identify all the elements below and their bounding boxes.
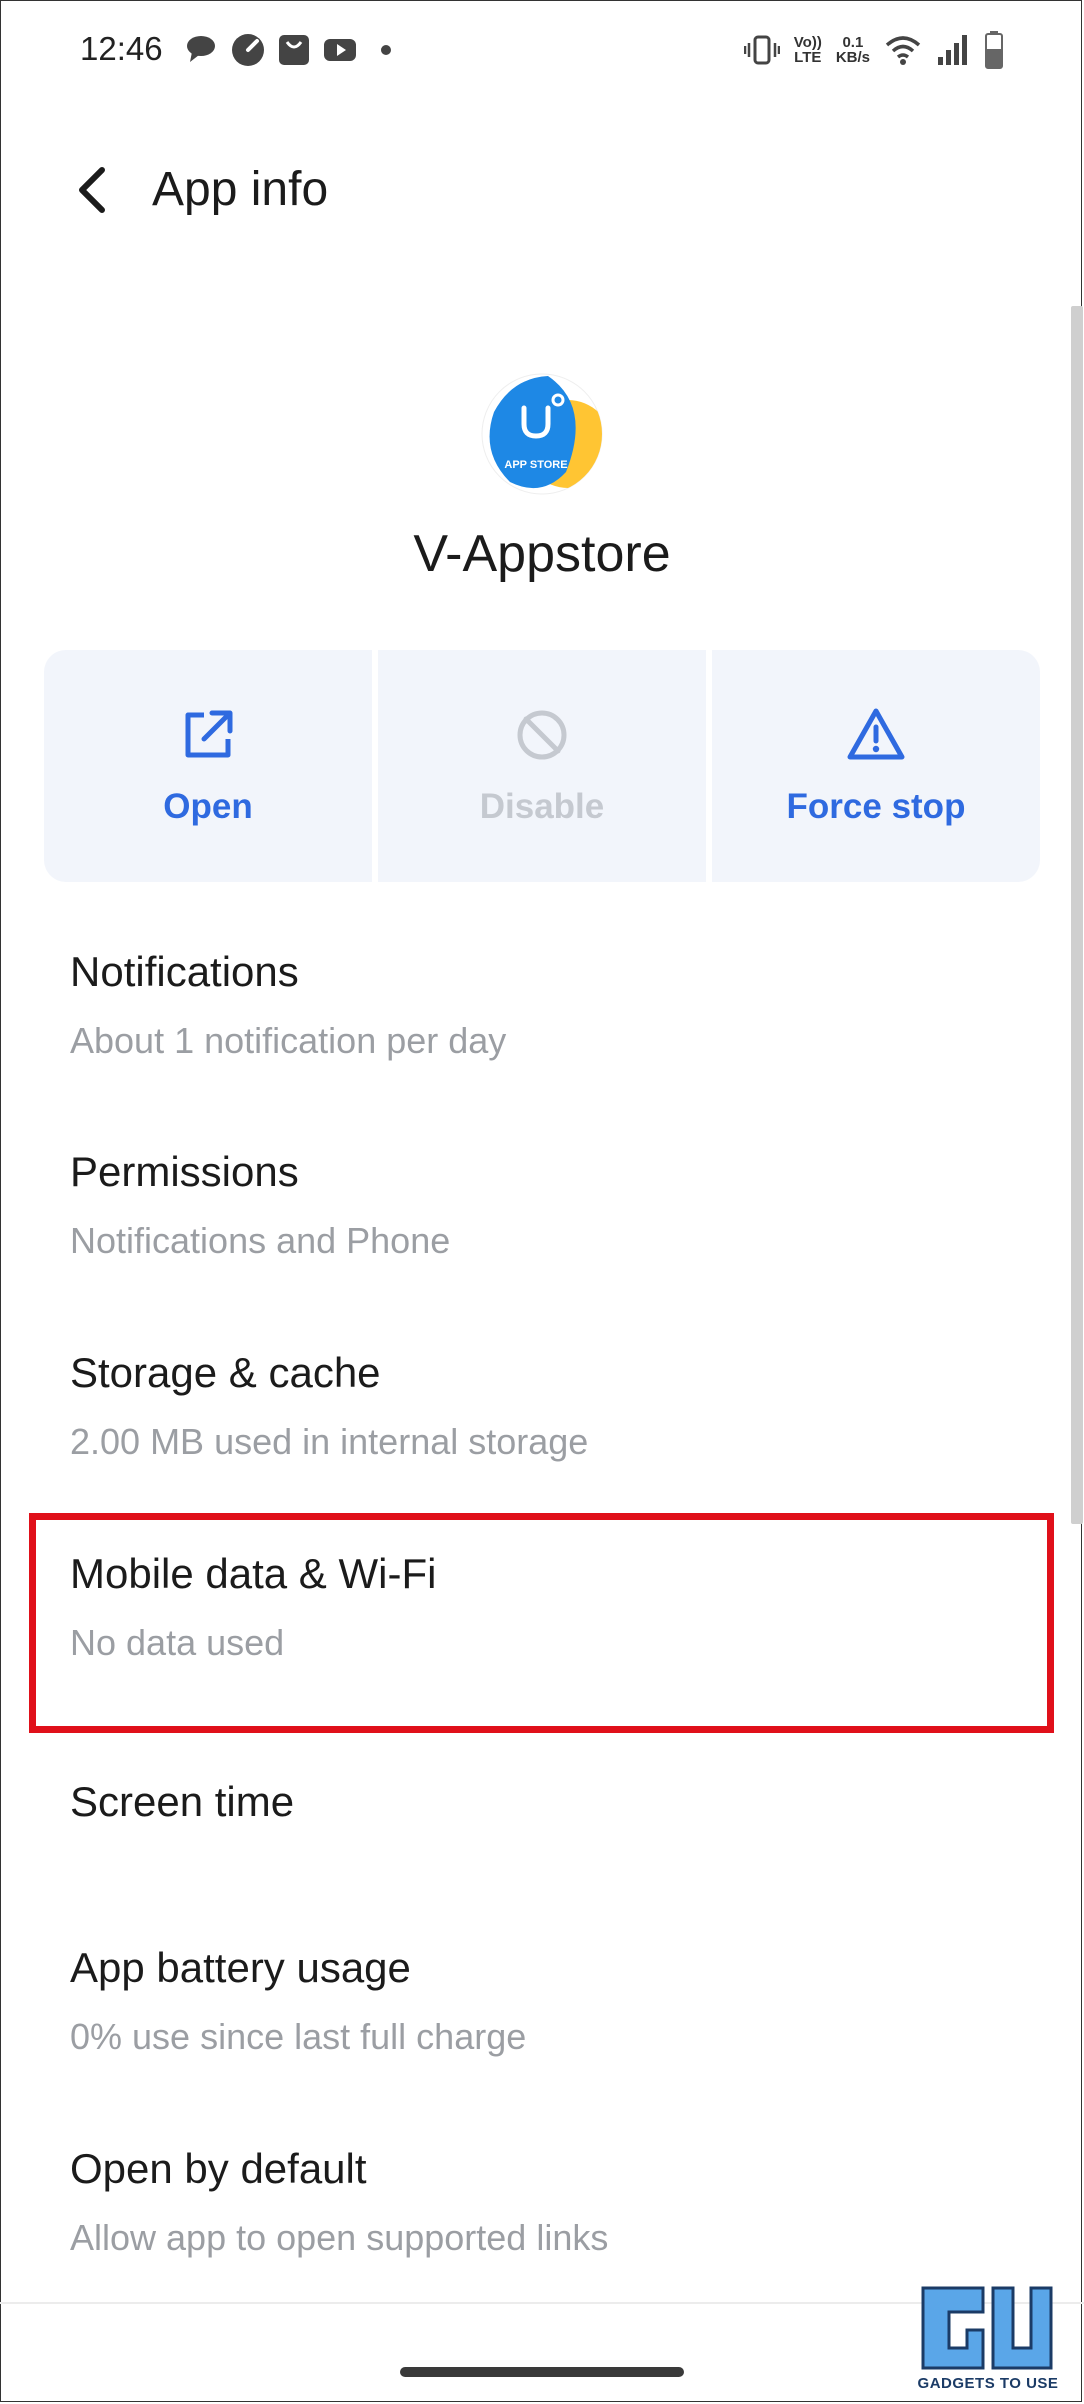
warning-icon (847, 708, 905, 760)
open-button[interactable]: Open (44, 650, 372, 882)
settings-item-subtitle: Notifications and Phone (70, 1220, 451, 1261)
shopping-bag-icon (279, 35, 309, 65)
settings-item-notifications[interactable]: Notifications About 1 notification per d… (0, 922, 1070, 1102)
settings-item-title: App battery usage (70, 1944, 411, 1991)
status-time: 12:46 (80, 30, 163, 67)
signal-icon (938, 35, 967, 65)
watermark-logo: GADGETS TO USE (913, 2282, 1063, 2392)
page-title: App info (152, 163, 329, 216)
highlight-box (29, 1513, 1054, 1733)
settings-item-open-by-default[interactable]: Open by default Allow app to open suppor… (0, 2119, 1070, 2299)
volte-icon: Vo)) LTE (794, 35, 822, 65)
settings-item-title: Screen time (70, 1778, 295, 1825)
open-button-label: Open (163, 787, 253, 826)
scrollbar[interactable] (1071, 306, 1083, 1524)
app-icon: APP STORE (481, 373, 603, 495)
app-name: V-Appstore (413, 525, 671, 583)
chat-bubble-icon (187, 36, 215, 62)
disable-button[interactable]: Disable (378, 650, 706, 882)
network-speed-unit: KB/s (835, 49, 870, 66)
more-dot-icon (381, 45, 391, 55)
settings-item-subtitle: 2.00 MB used in internal storage (70, 1421, 589, 1462)
settings-item-title: Notifications (70, 948, 299, 995)
settings-item-title: Permissions (70, 1148, 299, 1195)
settings-item-subtitle: 0% use since last full charge (70, 2016, 527, 2057)
app-icon-label: APP STORE (504, 459, 567, 471)
home-gesture-bar[interactable] (400, 2367, 684, 2377)
disable-button-label: Disable (479, 787, 605, 826)
settings-item-subtitle: About 1 notification per day (70, 1020, 507, 1061)
volte-label-bottom: LTE (794, 49, 822, 66)
volte-label-top: Vo)) (793, 34, 822, 51)
network-speed: 0.1 KB/s (836, 35, 870, 65)
force-stop-button-label: Force stop (786, 787, 966, 826)
settings-item-app-battery-usage[interactable]: App battery usage 0% use since last full… (0, 1918, 1070, 2098)
settings-item-subtitle: Allow app to open supported links (70, 2217, 609, 2258)
wifi-icon (885, 36, 921, 65)
status-bar: 12:46 Vo)) LTE 0.1 KB/s (0, 0, 1084, 100)
settings-item-screen-time[interactable]: Screen time (0, 1752, 1070, 1892)
open-external-icon (185, 710, 233, 758)
settings-item-title: Storage & cache (70, 1349, 381, 1396)
watermark-text: GADGETS TO USE (917, 2375, 1059, 2392)
speedometer-icon (232, 34, 264, 66)
status-right-group: Vo)) LTE 0.1 KB/s (743, 28, 1004, 72)
vibrate-icon (743, 35, 780, 65)
network-speed-value: 0.1 (842, 34, 864, 51)
watermark-mark-icon (921, 2286, 1053, 2370)
back-arrow-icon[interactable] (66, 162, 122, 218)
settings-item-title: Open by default (70, 2145, 367, 2192)
battery-icon (985, 31, 1003, 69)
settings-item-permissions[interactable]: Permissions Notifications and Phone (0, 1122, 1070, 1302)
action-button-row: Open Disable Force stop (44, 650, 1040, 882)
force-stop-button[interactable]: Force stop (712, 650, 1040, 882)
app-bar: App info (0, 140, 1084, 240)
disable-icon (517, 710, 567, 760)
settings-item-storage-cache[interactable]: Storage & cache 2.00 MB used in internal… (0, 1323, 1070, 1503)
youtube-icon (324, 39, 356, 61)
